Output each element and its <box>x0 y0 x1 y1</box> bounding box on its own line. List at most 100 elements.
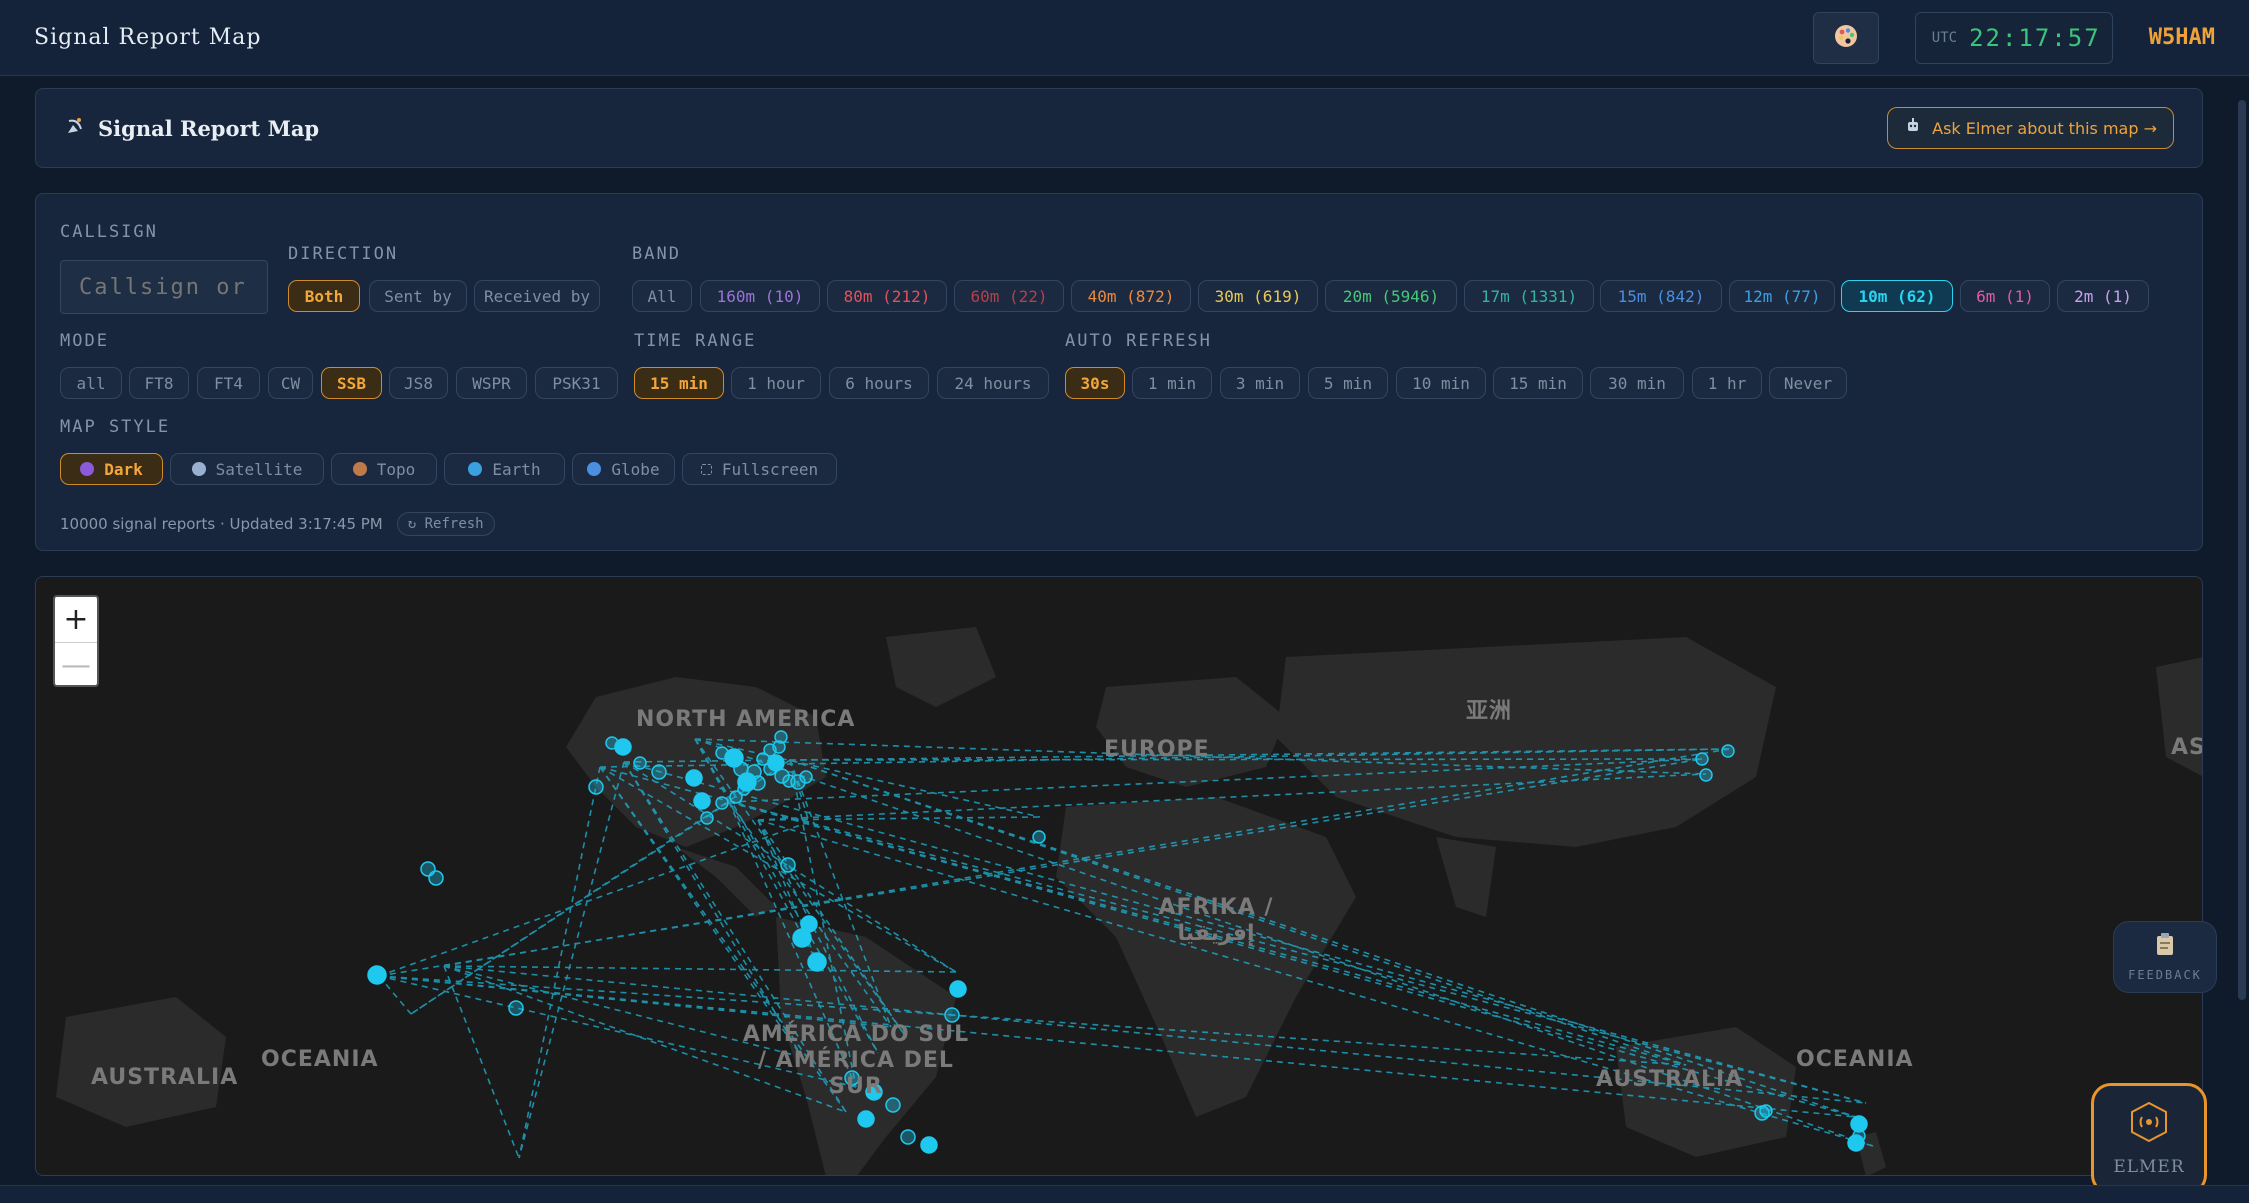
band-option-2[interactable]: 80m (212) <box>827 280 947 312</box>
station-marker[interactable] <box>685 769 703 787</box>
band-option-10[interactable]: 10m (62) <box>1841 280 1953 312</box>
band-option-11[interactable]: 6m (1) <box>1960 280 2050 312</box>
station-marker[interactable] <box>1699 768 1713 782</box>
map-style-option-2[interactable]: Topo <box>331 453 437 485</box>
time-range-option-3[interactable]: 24 hours <box>937 367 1049 399</box>
station-marker[interactable] <box>715 796 729 810</box>
map-style-option-1[interactable]: Satellite <box>170 453 324 485</box>
station-marker[interactable] <box>857 1110 875 1128</box>
ask-elmer-button[interactable]: Ask Elmer about this map → <box>1887 107 2174 149</box>
band-option-4[interactable]: 40m (872) <box>1071 280 1191 312</box>
station-marker[interactable] <box>944 1007 960 1023</box>
auto-refresh-option-0[interactable]: 30s <box>1065 367 1125 399</box>
theme-palette-button[interactable] <box>1812 11 1879 64</box>
station-marker[interactable] <box>700 811 714 825</box>
station-marker[interactable] <box>792 928 812 948</box>
pill-label: 2m (1) <box>2074 286 2132 306</box>
band-option-12[interactable]: 2m (1) <box>2057 280 2149 312</box>
auto-refresh-option-4[interactable]: 10 min <box>1396 367 1486 399</box>
station-marker[interactable] <box>1032 830 1046 844</box>
band-option-0[interactable]: All <box>632 280 692 312</box>
map-style-option-3[interactable]: Earth <box>444 453 565 485</box>
auto-refresh-option-2[interactable]: 3 min <box>1220 367 1300 399</box>
pill-label: 10 min <box>1412 373 1470 393</box>
mode-option-0[interactable]: all <box>60 367 122 399</box>
station-marker[interactable] <box>763 762 777 776</box>
pill-label: Topo <box>376 459 416 479</box>
station-marker[interactable] <box>693 792 711 810</box>
station-marker[interactable] <box>605 736 619 750</box>
pill-label: FT4 <box>214 373 243 393</box>
station-marker[interactable] <box>367 965 387 985</box>
station-marker[interactable] <box>885 1097 901 1113</box>
signal-map[interactable]: + — NORTH AMERICA EUROPE 亚洲 AFRIKA / إفر… <box>35 576 2203 1176</box>
station-marker[interactable] <box>1721 744 1735 758</box>
mode-option-6[interactable]: WSPR <box>456 367 527 399</box>
band-option-1[interactable]: 160m (10) <box>700 280 820 312</box>
auto-refresh-option-6[interactable]: 30 min <box>1590 367 1684 399</box>
station-marker[interactable] <box>780 857 796 873</box>
auto-refresh-option-8[interactable]: Never <box>1769 367 1847 399</box>
time-range-option-1[interactable]: 1 hour <box>731 367 821 399</box>
direction-option-0[interactable]: Both <box>288 280 360 312</box>
mode-option-4[interactable]: SSB <box>321 367 382 399</box>
pill-label: all <box>76 373 106 393</box>
station-marker[interactable] <box>428 870 444 886</box>
zoom-in-button[interactable]: + <box>55 597 97 642</box>
band-option-7[interactable]: 17m (1331) <box>1464 280 1594 312</box>
signal-path <box>378 975 1687 1066</box>
utc-clock: UTC 22:17:57 <box>1914 11 2113 64</box>
zoom-out-button[interactable]: — <box>55 642 97 685</box>
auto-refresh-option-1[interactable]: 1 min <box>1132 367 1212 399</box>
band-option-3[interactable]: 60m (22) <box>954 280 1064 312</box>
elmer-assistant-button[interactable]: ELMER <box>2091 1083 2207 1195</box>
page-scrollbar[interactable] <box>2238 100 2246 1000</box>
mode-option-3[interactable]: CW <box>268 367 313 399</box>
time-range-option-2[interactable]: 6 hours <box>829 367 929 399</box>
station-marker[interactable] <box>729 790 743 804</box>
map-style-option-5[interactable]: Fullscreen <box>682 453 837 485</box>
direction-option-2[interactable]: Received by <box>474 280 600 312</box>
landmass-layer <box>56 627 2202 1175</box>
satellite-dish-icon <box>64 115 86 142</box>
band-option-8[interactable]: 15m (842) <box>1600 280 1722 312</box>
map-style-label: MAP STYLE <box>60 417 171 437</box>
mode-option-7[interactable]: PSK31 <box>535 367 618 399</box>
station-marker[interactable] <box>1759 1104 1773 1118</box>
station-marker[interactable] <box>1695 752 1709 766</box>
station-marker[interactable] <box>1852 1129 1866 1143</box>
band-option-6[interactable]: 20m (5946) <box>1325 280 1457 312</box>
refresh-button[interactable]: ↻ Refresh <box>396 512 495 536</box>
auto-refresh-option-7[interactable]: 1 hr <box>1692 367 1762 399</box>
feedback-button[interactable]: FEEDBACK <box>2113 921 2217 993</box>
top-bar: Signal Report Map UTC 22:17:57 W5HAM <box>0 0 2249 76</box>
mode-option-1[interactable]: FT8 <box>129 367 189 399</box>
mode-option-5[interactable]: JS8 <box>389 367 448 399</box>
station-marker[interactable] <box>508 1000 524 1016</box>
station-marker[interactable] <box>588 779 604 795</box>
palette-icon <box>1833 23 1859 53</box>
station-marker[interactable] <box>807 952 827 972</box>
station-marker[interactable] <box>949 980 967 998</box>
station-marker[interactable] <box>799 770 813 784</box>
pill-label: JS8 <box>404 373 433 393</box>
station-marker[interactable] <box>651 764 667 780</box>
station-marker[interactable] <box>900 1129 916 1145</box>
mode-option-2[interactable]: FT4 <box>197 367 260 399</box>
time-range-option-0[interactable]: 15 min <box>634 367 724 399</box>
station-marker[interactable] <box>750 775 766 791</box>
direction-option-1[interactable]: Sent by <box>369 280 467 312</box>
map-style-option-4[interactable]: Globe <box>572 453 675 485</box>
map-style-option-0[interactable]: Dark <box>60 453 163 485</box>
page-title: Signal Report Map <box>64 115 319 142</box>
band-option-9[interactable]: 12m (77) <box>1729 280 1835 312</box>
station-marker[interactable] <box>633 756 647 770</box>
status-line: 10000 signal reports · Updated 3:17:45 P… <box>60 512 495 536</box>
band-option-5[interactable]: 30m (619) <box>1198 280 1318 312</box>
station-marker[interactable] <box>920 1136 938 1154</box>
callsign-input[interactable] <box>60 260 268 314</box>
auto-refresh-option-5[interactable]: 15 min <box>1493 367 1583 399</box>
map-canvas[interactable] <box>36 577 2203 1176</box>
auto-refresh-option-3[interactable]: 5 min <box>1308 367 1388 399</box>
user-callsign[interactable]: W5HAM <box>2149 25 2215 50</box>
